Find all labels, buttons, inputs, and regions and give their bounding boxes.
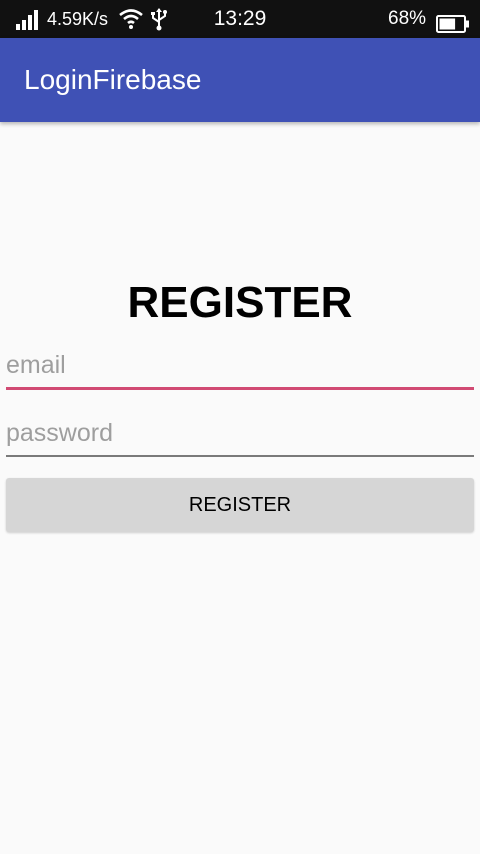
register-screen: 4.59K/s 13:29 68% LoginFirebase REGISTER… xyxy=(0,0,480,854)
app-title: LoginFirebase xyxy=(24,64,202,95)
register-button[interactable]: REGISTER xyxy=(6,478,474,532)
battery-percentage: 68% xyxy=(388,8,427,29)
email-field[interactable] xyxy=(6,344,474,390)
status-bar: 4.59K/s 13:29 68% xyxy=(0,0,480,38)
password-field[interactable] xyxy=(6,411,474,457)
page-title: REGISTER xyxy=(127,278,353,327)
battery-icon xyxy=(436,10,470,33)
app-bar: LoginFirebase xyxy=(0,38,480,122)
